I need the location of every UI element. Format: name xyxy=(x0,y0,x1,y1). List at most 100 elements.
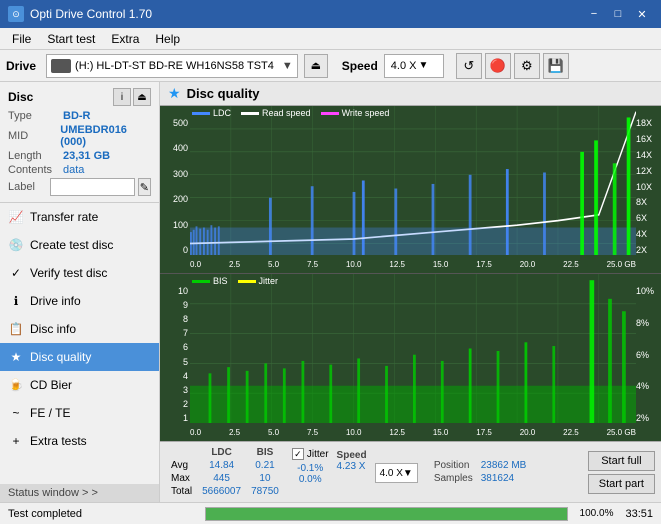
read-speed-legend-color xyxy=(241,112,259,115)
bis-y-axis-left: 10 9 8 7 6 5 4 3 2 1 xyxy=(160,286,190,423)
position-label: Position xyxy=(430,459,477,472)
drive-bar: Drive (H:) HL-DT-ST BD-RE WH16NS58 TST4 … xyxy=(0,50,661,82)
disc-panel-title: Disc xyxy=(8,90,33,104)
quality-header-icon: ★ xyxy=(168,85,181,102)
disc-panel: Disc i ⏏ Type BD-R MID UMEBDR016 (000) L… xyxy=(0,82,159,203)
maximize-button[interactable]: □ xyxy=(607,5,629,23)
contents-label: Contents xyxy=(8,164,63,176)
status-text: Test completed xyxy=(0,508,197,520)
status-time: 33:51 xyxy=(617,508,661,520)
menu-help[interactable]: Help xyxy=(147,30,188,48)
ldc-legend: LDC Read speed Write speed xyxy=(192,108,389,118)
sidebar-item-fe-te[interactable]: ~ FE / TE xyxy=(0,399,159,427)
disc-eject-icon[interactable]: ⏏ xyxy=(133,88,151,106)
jitter-legend-label: Jitter xyxy=(259,276,279,286)
label-edit-button[interactable]: ✎ xyxy=(138,178,151,196)
mid-label: MID xyxy=(8,130,60,142)
verify-test-disc-icon: ✓ xyxy=(8,265,24,281)
menu-file[interactable]: File xyxy=(4,30,39,48)
action-buttons: Start full Start part xyxy=(588,451,655,494)
length-label: Length xyxy=(8,150,63,162)
total-label: Total xyxy=(166,485,197,498)
settings-button[interactable]: ⚙ xyxy=(514,53,540,79)
create-test-disc-icon: 💿 xyxy=(8,237,24,253)
menu-bar: File Start test Extra Help xyxy=(0,28,661,50)
eject-button[interactable]: ⏏ xyxy=(304,54,328,78)
ldc-y-axis-right: 18X 16X 14X 12X 10X 8X 6X 4X 2X xyxy=(636,118,661,255)
sidebar-item-create-test-disc[interactable]: 💿 Create test disc xyxy=(0,231,159,259)
label-input[interactable] xyxy=(50,178,135,196)
position-table: Position 23862 MB Samples 381624 xyxy=(430,459,531,485)
drive-label: Drive xyxy=(6,59,36,73)
start-part-button[interactable]: Start part xyxy=(588,474,655,494)
cd-bier-icon: 🍺 xyxy=(8,377,24,393)
sidebar-item-extra-tests[interactable]: + Extra tests xyxy=(0,427,159,455)
mid-value: UMEBDR016 (000) xyxy=(60,124,151,148)
status-window-button[interactable]: Status window > > xyxy=(0,484,159,502)
speed-label: Speed xyxy=(342,59,378,73)
sidebar-item-verify-test-disc[interactable]: ✓ Verify test disc xyxy=(0,259,159,287)
avg-jitter: -0.1% xyxy=(292,463,329,474)
write-speed-legend-label: Write speed xyxy=(342,108,390,118)
main-layout: Disc i ⏏ Type BD-R MID UMEBDR016 (000) L… xyxy=(0,82,661,502)
extra-tests-icon: + xyxy=(8,433,24,449)
stats-table: LDC BIS Avg 14.84 0.21 Max 445 10 Total … xyxy=(166,446,284,498)
label-label: Label xyxy=(8,181,47,193)
avg-speed: 4.23 X xyxy=(337,461,367,472)
sidebar-item-disc-quality[interactable]: ★ Disc quality xyxy=(0,343,159,371)
drive-selector[interactable]: (H:) HL-DT-ST BD-RE WH16NS58 TST4 ▼ xyxy=(46,54,298,78)
disc-info-icon[interactable]: i xyxy=(113,88,131,106)
drive-dropdown-arrow: ▼ xyxy=(282,60,293,72)
app-icon: ⊙ xyxy=(8,6,24,22)
title-bar: ⊙ Opti Drive Control 1.70 − □ ✕ xyxy=(0,0,661,28)
ldc-chart-svg xyxy=(190,106,636,255)
jitter-section: ✓ Jitter -0.1% 0.0% xyxy=(292,448,329,496)
close-button[interactable]: ✕ xyxy=(631,5,653,23)
bis-legend-label: BIS xyxy=(213,276,228,286)
refresh-button[interactable]: ↺ xyxy=(456,53,482,79)
drive-info-icon: ℹ xyxy=(8,293,24,309)
menu-start-test[interactable]: Start test xyxy=(39,30,103,48)
avg-bis: 0.21 xyxy=(246,459,284,472)
samples-value: 381624 xyxy=(477,472,531,485)
progress-bar-container xyxy=(205,507,568,521)
avg-ldc: 14.84 xyxy=(197,459,246,472)
position-value: 23862 MB xyxy=(477,459,531,472)
start-full-button[interactable]: Start full xyxy=(588,451,655,471)
speed-value: 4.0 X xyxy=(391,60,417,72)
burn-button[interactable]: 🔴 xyxy=(485,53,511,79)
bis-y-axis-right: 10% 8% 6% 4% 2% xyxy=(636,286,661,423)
minimize-button[interactable]: − xyxy=(583,5,605,23)
nav-label: FE / TE xyxy=(30,406,70,420)
bis-chart: BIS Jitter xyxy=(160,274,661,441)
sidebar-item-disc-info[interactable]: 📋 Disc info xyxy=(0,315,159,343)
progress-percent: 100.0% xyxy=(576,508,618,519)
menu-extra[interactable]: Extra xyxy=(103,30,147,48)
type-value: BD-R xyxy=(63,110,91,122)
sidebar-item-transfer-rate[interactable]: 📈 Transfer rate xyxy=(0,203,159,231)
nav-label: Disc info xyxy=(30,322,76,336)
sidebar-item-drive-info[interactable]: ℹ Drive info xyxy=(0,287,159,315)
speed-section: Speed 4.23 X xyxy=(337,450,367,494)
nav-label: Drive info xyxy=(30,294,81,308)
status-bar: Test completed 100.0% 33:51 xyxy=(0,502,661,524)
jitter-checkbox[interactable]: ✓ xyxy=(292,448,304,460)
speed-stats-header: Speed xyxy=(337,450,367,461)
sidebar: Disc i ⏏ Type BD-R MID UMEBDR016 (000) L… xyxy=(0,82,160,502)
sidebar-item-cd-bier[interactable]: 🍺 CD Bier xyxy=(0,371,159,399)
length-value: 23,31 GB xyxy=(63,150,110,162)
bis-chart-svg xyxy=(190,274,636,423)
max-jitter: 0.0% xyxy=(292,474,329,485)
nav-label: Transfer rate xyxy=(30,210,98,224)
speed-selector[interactable]: 4.0 X ▼ xyxy=(384,54,444,78)
ldc-chart: LDC Read speed Write speed xyxy=(160,106,661,274)
nav-label: Disc quality xyxy=(30,350,91,364)
bis-x-axis: 0.0 2.5 5.0 7.5 10.0 12.5 15.0 17.5 20.0… xyxy=(190,423,636,441)
bis-legend-color xyxy=(192,280,210,283)
disc-quality-icon: ★ xyxy=(8,349,24,365)
speed-dropdown-control[interactable]: 4.0 X ▼ xyxy=(375,463,418,483)
stats-area: LDC BIS Avg 14.84 0.21 Max 445 10 Total … xyxy=(160,441,661,502)
app-title: Opti Drive Control 1.70 xyxy=(30,7,152,21)
bis-header: BIS xyxy=(246,446,284,459)
save-button[interactable]: 💾 xyxy=(543,53,569,79)
